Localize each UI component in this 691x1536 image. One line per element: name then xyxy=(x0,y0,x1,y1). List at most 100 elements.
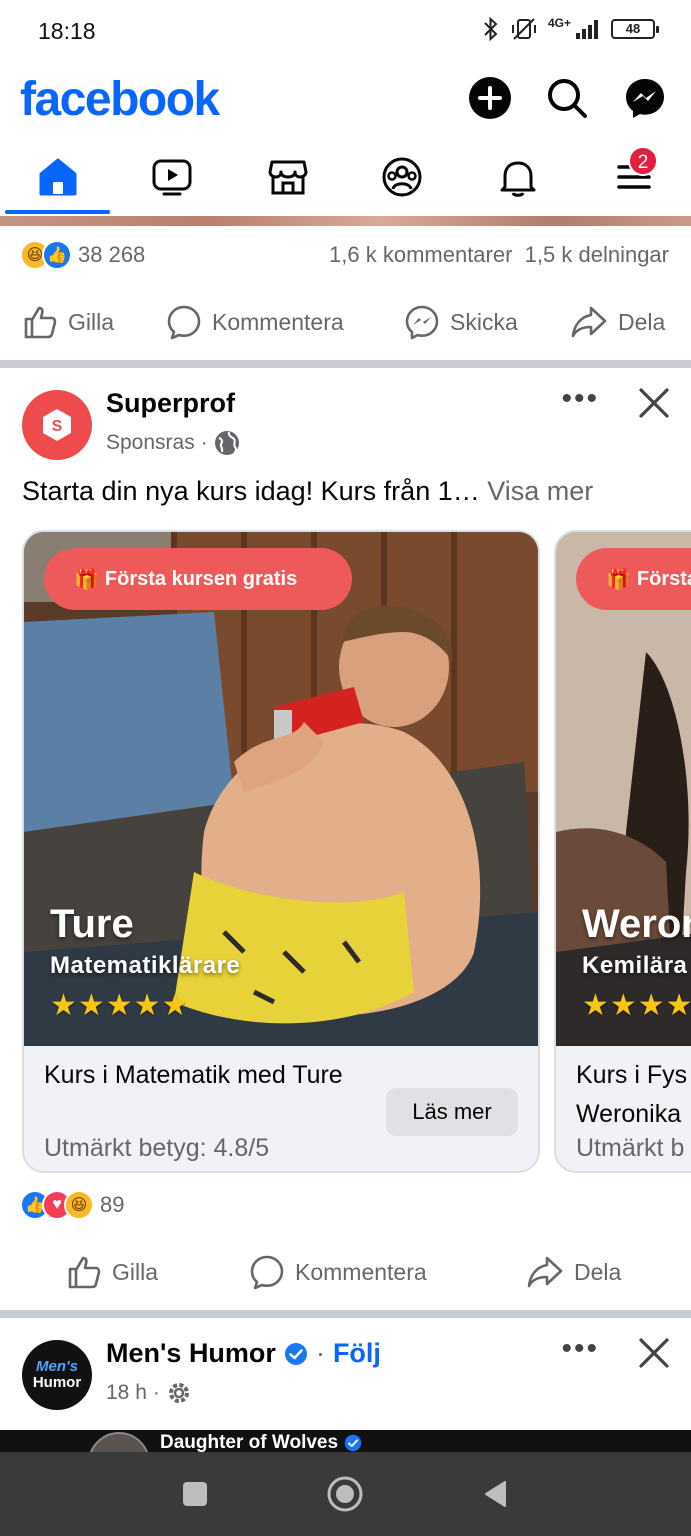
learn-more-button[interactable]: Läs mer xyxy=(386,1088,518,1136)
card-rating-text: Utmärkt betyg: 4.8/5 xyxy=(44,1134,270,1162)
post1-comment-label: Kommentera xyxy=(212,308,344,335)
post3-header: Men's Humor Men's Humor · Följ 18 h · ••… xyxy=(0,1318,691,1410)
post3-title-line: Men's Humor · Följ xyxy=(106,1338,381,1369)
card-photo[interactable]: 🎁 Första k Weron Kemilära ★★★★ xyxy=(556,532,691,1046)
share-icon xyxy=(571,306,607,338)
groups-icon xyxy=(382,157,422,197)
verified-badge-icon xyxy=(344,1434,362,1452)
post2-close-icon[interactable] xyxy=(637,386,671,420)
system-nav-bar xyxy=(0,1452,691,1536)
preview-text: Daughter of Wolves xyxy=(160,1432,339,1452)
promo-label: Första k xyxy=(636,567,691,590)
post1-counts: 1,6 k kommentarer 1,5 k delningar xyxy=(329,242,669,268)
tab-marketplace[interactable] xyxy=(258,152,318,202)
post2-meta: Sponsras · xyxy=(106,430,240,456)
avatar-logo-text: Men's xyxy=(36,1358,78,1375)
card-body: Kurs i Fys Weronika Utmärkt b xyxy=(556,1046,691,1171)
ad-carousel[interactable]: 🎁 Första kursen gratis Ture Matematiklär… xyxy=(0,530,691,1175)
post2-like-button[interactable]: Gilla xyxy=(66,1254,158,1290)
messenger-send-icon xyxy=(405,305,439,340)
post1-comment-button[interactable]: Kommentera xyxy=(166,304,344,340)
post2-actions: Gilla Kommentera Dela xyxy=(0,1242,691,1302)
back-triangle-icon xyxy=(485,1481,506,1507)
search-button[interactable] xyxy=(545,76,589,120)
post2-text: Starta din nya kurs idag! Kurs från 1… V… xyxy=(22,476,593,507)
teacher-role: Kemilära xyxy=(582,952,688,979)
tab-home[interactable] xyxy=(28,152,88,202)
back-button[interactable] xyxy=(476,1474,516,1514)
carousel-card[interactable]: 🎁 Första kursen gratis Ture Matematiklär… xyxy=(22,530,540,1173)
post2-poster-name[interactable]: Superprof xyxy=(106,388,235,419)
superprof-avatar[interactable]: S xyxy=(22,390,92,460)
tab-video[interactable] xyxy=(142,152,202,202)
superprof-logo-icon: S xyxy=(43,409,71,441)
tab-notifications[interactable] xyxy=(488,152,548,202)
feed-divider xyxy=(0,1310,691,1318)
comment-icon xyxy=(250,1255,284,1290)
post3-poster-name[interactable]: Men's Humor xyxy=(106,1338,276,1369)
meta-separator: · xyxy=(200,431,208,454)
teacher-role: Matematiklärare xyxy=(50,952,241,979)
preview-avatar xyxy=(88,1432,150,1452)
post-image-bottom[interactable] xyxy=(0,216,691,226)
battery-icon: 48 xyxy=(611,19,659,39)
card-body: Kurs i Matematik med Ture Utmärkt betyg:… xyxy=(24,1046,538,1171)
create-button[interactable] xyxy=(468,76,512,120)
avatar-logo-text: Humor xyxy=(32,1374,82,1391)
card-photo[interactable]: 🎁 Första kursen gratis Ture Matematiklär… xyxy=(24,532,538,1046)
star-rating: ★★★★ xyxy=(582,989,691,1022)
facebook-logo[interactable]: facebook xyxy=(20,72,220,127)
tab-menu[interactable]: 2 xyxy=(604,146,664,202)
status-icons: 4G+ 48 xyxy=(482,16,659,42)
follow-button[interactable]: Följ xyxy=(333,1338,381,1369)
sponsored-label[interactable]: Sponsras xyxy=(106,431,195,455)
tab-groups[interactable] xyxy=(372,152,432,202)
post2-more-button[interactable]: ••• xyxy=(561,382,599,416)
post1-comment-count[interactable]: 1,6 k kommentarer xyxy=(329,242,512,267)
post1-share-count[interactable]: 1,5 k delningar xyxy=(525,242,669,267)
network-label: 4G+ xyxy=(547,16,571,30)
post1-like-button[interactable]: Gilla xyxy=(22,304,114,340)
see-more-link[interactable]: Visa mer xyxy=(487,476,593,506)
meta-separator: · xyxy=(315,1338,325,1368)
post1-reaction-count: 38 268 xyxy=(78,242,146,267)
post2-header: S Superprof Sponsras · ••• xyxy=(0,368,691,460)
post3-more-button[interactable]: ••• xyxy=(561,1332,599,1366)
gift-icon: 🎁 xyxy=(74,568,99,591)
post2-reactions[interactable]: 👍 ♥ 😆 89 xyxy=(20,1190,124,1220)
post1-share-button[interactable]: Dela xyxy=(570,304,665,340)
haha-reaction-icon: 😆 xyxy=(64,1190,94,1220)
main-tabs: 2 xyxy=(0,140,691,216)
active-tab-indicator xyxy=(5,210,110,214)
post3-close-icon[interactable] xyxy=(637,1336,671,1370)
post1-actions: Gilla Kommentera Skicka Dela xyxy=(0,292,691,352)
post2-comment-button[interactable]: Kommentera xyxy=(249,1254,427,1290)
search-icon xyxy=(548,79,587,118)
recents-button[interactable] xyxy=(175,1474,215,1514)
card-title-line: Kurs i Fys xyxy=(576,1061,688,1089)
card-title: Kurs i Fys Weronika xyxy=(576,1056,691,1134)
post1-stats: 😆 👍 38 268 1,6 k kommentarer 1,5 k delni… xyxy=(0,232,691,280)
post2-comment-label: Kommentera xyxy=(295,1258,427,1285)
post1-send-button[interactable]: Skicka xyxy=(404,304,518,340)
post1-reactions[interactable]: 😆 👍 38 268 xyxy=(20,240,145,270)
post3-media-preview[interactable]: Daughter of Wolves xyxy=(0,1430,691,1452)
post2-reaction-count: 89 xyxy=(100,1192,125,1217)
recents-icon xyxy=(183,1482,207,1506)
notifications-icon xyxy=(500,161,536,197)
feed-divider xyxy=(0,360,691,368)
teacher-name: Ture xyxy=(50,902,134,946)
carousel-card[interactable]: 🎁 Första k Weron Kemilära ★★★★ Kurs i Fy… xyxy=(554,530,691,1173)
messenger-button[interactable] xyxy=(623,76,667,120)
verified-badge-icon xyxy=(284,1342,307,1365)
menu-badge: 2 xyxy=(628,146,658,176)
promo-pill: 🎁 Första k xyxy=(576,548,691,610)
post3-timestamp[interactable]: 18 h xyxy=(106,1381,147,1405)
globe-icon xyxy=(214,431,239,455)
teacher-name: Weron xyxy=(582,902,691,946)
home-button[interactable] xyxy=(325,1474,365,1514)
menshumor-avatar[interactable]: Men's Humor xyxy=(22,1340,92,1410)
post2-share-button[interactable]: Dela xyxy=(526,1254,621,1290)
status-bar: 18:18 4G+ 48 xyxy=(0,0,691,62)
post2-stats: 👍 ♥ 😆 89 xyxy=(0,1182,691,1230)
